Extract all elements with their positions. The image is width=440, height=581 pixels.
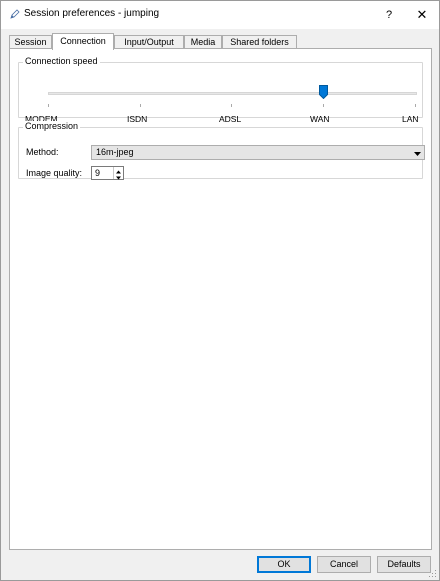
close-button[interactable]: ✕ xyxy=(405,1,439,29)
image-quality-label: Image quality: xyxy=(26,168,83,178)
speed-slider-track[interactable] xyxy=(48,92,417,95)
speed-tick xyxy=(415,104,416,107)
connection-speed-group: Connection speed MODEM ISDN ADSL WAN LAN xyxy=(18,56,423,124)
resize-grip-icon[interactable] xyxy=(429,570,437,578)
image-quality-value: 9 xyxy=(95,168,101,178)
spin-down-icon[interactable] xyxy=(114,173,123,180)
defaults-button[interactable]: Defaults xyxy=(377,556,431,573)
tab-session[interactable]: Session xyxy=(9,35,52,49)
tab-connection[interactable]: Connection xyxy=(52,33,114,50)
speed-tick xyxy=(323,104,324,107)
title-bar[interactable]: Session preferences - jumping ? ✕ xyxy=(1,1,439,29)
speed-tick xyxy=(231,104,232,107)
session-preferences-dialog: Session preferences - jumping ? ✕ Sessio… xyxy=(0,0,440,581)
speed-tick xyxy=(48,104,49,107)
spin-buttons xyxy=(113,167,123,180)
chevron-down-icon xyxy=(414,149,421,156)
compression-group: Compression Method: 16m-jpeg Image quali… xyxy=(18,121,425,180)
method-select-value: 16m-jpeg xyxy=(96,147,134,157)
pen-icon xyxy=(9,8,21,20)
connection-speed-title: Connection speed xyxy=(23,56,100,66)
ok-button[interactable]: OK xyxy=(257,556,311,573)
speed-label-lan: LAN xyxy=(402,114,419,124)
speed-label-adsl: ADSL xyxy=(219,114,242,124)
help-button[interactable]: ? xyxy=(377,1,401,29)
compression-title: Compression xyxy=(23,121,81,131)
speed-tick xyxy=(140,104,141,107)
window-title: Session preferences - jumping xyxy=(24,8,160,19)
speed-label-wan: WAN xyxy=(310,114,330,124)
cancel-button[interactable]: Cancel xyxy=(317,556,371,573)
method-select[interactable]: 16m-jpeg xyxy=(91,145,425,160)
connection-tab-panel: Connection speed MODEM ISDN ADSL WAN LAN… xyxy=(9,48,432,550)
image-quality-spinbox[interactable]: 9 xyxy=(91,166,124,180)
tab-media[interactable]: Media xyxy=(184,35,222,49)
tab-input-output[interactable]: Input/Output xyxy=(114,35,184,49)
speed-slider-thumb[interactable] xyxy=(319,85,328,100)
tab-shared-folders[interactable]: Shared folders xyxy=(222,35,297,49)
method-label: Method: xyxy=(26,147,59,157)
speed-label-isdn: ISDN xyxy=(127,114,148,124)
